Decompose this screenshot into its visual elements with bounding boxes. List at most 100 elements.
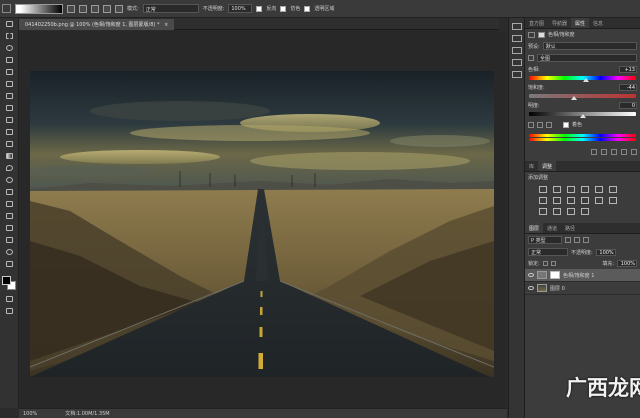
angle-gradient-button[interactable]: [91, 4, 99, 13]
gradient-tool-icon[interactable]: [2, 4, 11, 13]
target-adjust-icon[interactable]: [528, 55, 534, 61]
transparency-checkbox[interactable]: [304, 5, 311, 12]
linear-gradient-button[interactable]: [67, 4, 75, 13]
history-panel-icon[interactable]: [511, 23, 522, 30]
layer-opacity-input[interactable]: 100%: [595, 248, 616, 256]
lasso-tool-icon[interactable]: [4, 45, 15, 54]
layer-filter-select[interactable]: P 类型: [528, 236, 562, 244]
screen-mode-icon[interactable]: [4, 308, 15, 317]
document-tab[interactable]: 041402250b.png @ 100% (色相/饱和度 1, 图层蒙版/8)…: [19, 19, 175, 30]
document-info[interactable]: 文档:1.00M/1.35M: [65, 410, 109, 417]
paragraph-panel-icon[interactable]: [511, 59, 522, 66]
tab-channels[interactable]: 通道: [543, 223, 561, 233]
eyedropper-icon[interactable]: [528, 121, 534, 128]
mode-select[interactable]: 正常: [142, 4, 199, 13]
lightness-slider[interactable]: [525, 112, 640, 118]
tab-properties[interactable]: 属性: [571, 18, 590, 28]
layer-mask-thumbnail[interactable]: [550, 271, 560, 279]
color-swatches[interactable]: [2, 276, 16, 290]
more-tools-icon[interactable]: [4, 261, 15, 270]
crop-tool-icon[interactable]: [4, 69, 15, 78]
document-tab-close-icon[interactable]: ×: [164, 22, 168, 28]
document-image[interactable]: [30, 71, 494, 377]
eyedropper-plus-icon[interactable]: [537, 121, 543, 128]
lightness-slider-thumb[interactable]: [580, 114, 586, 118]
filter-adjustment-icon[interactable]: [574, 237, 580, 243]
saturation-slider[interactable]: [525, 94, 640, 100]
layer-row-image[interactable]: 图层 0: [525, 282, 640, 295]
saturation-slider-thumb[interactable]: [571, 96, 577, 100]
opacity-input[interactable]: 100%: [228, 4, 253, 13]
photo-filter-icon[interactable]: [567, 197, 575, 204]
color-lookup-icon[interactable]: [595, 197, 603, 204]
type-tool-icon[interactable]: [4, 201, 15, 210]
mask-icon[interactable]: [538, 31, 545, 38]
brush-tool-icon[interactable]: [4, 105, 15, 114]
tab-info[interactable]: 信息: [589, 18, 607, 28]
tab-libraries[interactable]: 库: [525, 161, 538, 171]
brightness-contrast-icon[interactable]: [539, 186, 547, 193]
lightness-input[interactable]: 0: [619, 102, 637, 109]
gradient-tool-icon[interactable]: [4, 153, 15, 162]
quick-select-tool-icon[interactable]: [4, 57, 15, 66]
foreground-color-swatch[interactable]: [2, 276, 11, 285]
channel-mixer-icon[interactable]: [581, 197, 589, 204]
pen-tool-icon[interactable]: [4, 189, 15, 198]
lock-pixels-icon[interactable]: [542, 261, 548, 266]
blur-tool-icon[interactable]: [4, 165, 15, 174]
hue-slider[interactable]: [525, 76, 640, 82]
blend-mode-select[interactable]: 正常: [528, 248, 568, 256]
channel-select[interactable]: 全图: [537, 54, 637, 62]
dodge-tool-icon[interactable]: [4, 177, 15, 186]
tab-layers[interactable]: 图层: [525, 223, 544, 233]
tab-paths[interactable]: 路径: [561, 223, 579, 233]
delete-icon[interactable]: [631, 149, 637, 155]
path-selection-tool-icon[interactable]: [4, 213, 15, 222]
reset-icon[interactable]: [611, 149, 617, 155]
gradient-map-icon[interactable]: [567, 208, 575, 215]
eyedropper-minus-icon[interactable]: [546, 121, 552, 128]
tab-navigator[interactable]: 导航器: [548, 18, 571, 28]
reverse-checkbox[interactable]: [256, 5, 263, 12]
zoom-tool-icon[interactable]: [4, 249, 15, 258]
tab-histogram[interactable]: 直方图: [525, 18, 548, 28]
layer-name[interactable]: 图层 0: [550, 285, 565, 292]
gradient-picker[interactable]: [15, 3, 63, 14]
preset-select[interactable]: 默认: [542, 42, 637, 50]
eye-icon[interactable]: [528, 286, 534, 290]
selective-color-icon[interactable]: [581, 208, 589, 215]
posterize-icon[interactable]: [539, 208, 547, 215]
vibrance-icon[interactable]: [595, 186, 603, 193]
brush-panel-icon[interactable]: [511, 71, 522, 78]
character-panel-icon[interactable]: [511, 47, 522, 54]
lock-position-icon[interactable]: [550, 261, 556, 266]
history-brush-tool-icon[interactable]: [4, 129, 15, 138]
hue-slider-thumb[interactable]: [583, 78, 589, 82]
radial-gradient-button[interactable]: [79, 4, 87, 13]
clone-stamp-tool-icon[interactable]: [4, 117, 15, 126]
diamond-gradient-button[interactable]: [115, 4, 123, 13]
actions-panel-icon[interactable]: [511, 35, 522, 42]
colorize-checkbox[interactable]: [563, 121, 569, 128]
filter-pixel-icon[interactable]: [565, 237, 571, 243]
marquee-tool-icon[interactable]: [4, 33, 15, 42]
dither-checkbox[interactable]: [280, 5, 287, 12]
reflected-gradient-button[interactable]: [103, 4, 111, 13]
view-previous-icon[interactable]: [601, 149, 607, 155]
hue-input[interactable]: +13: [619, 66, 637, 73]
saturation-input[interactable]: -44: [619, 84, 637, 91]
rectangle-tool-icon[interactable]: [4, 225, 15, 234]
layer-row-adjustment[interactable]: 色相/饱和度 1: [525, 269, 640, 282]
filter-type-icon[interactable]: [583, 237, 589, 243]
clip-to-layer-icon[interactable]: [591, 149, 597, 155]
eraser-tool-icon[interactable]: [4, 141, 15, 150]
levels-icon[interactable]: [553, 186, 561, 193]
layer-name[interactable]: 色相/饱和度 1: [563, 272, 594, 279]
curves-icon[interactable]: [567, 186, 575, 193]
fill-input[interactable]: 100%: [617, 260, 637, 267]
healing-brush-tool-icon[interactable]: [4, 93, 15, 102]
move-tool-icon[interactable]: [4, 21, 15, 30]
color-balance-icon[interactable]: [539, 197, 547, 204]
hand-tool-icon[interactable]: [4, 237, 15, 246]
black-white-icon[interactable]: [553, 197, 561, 204]
